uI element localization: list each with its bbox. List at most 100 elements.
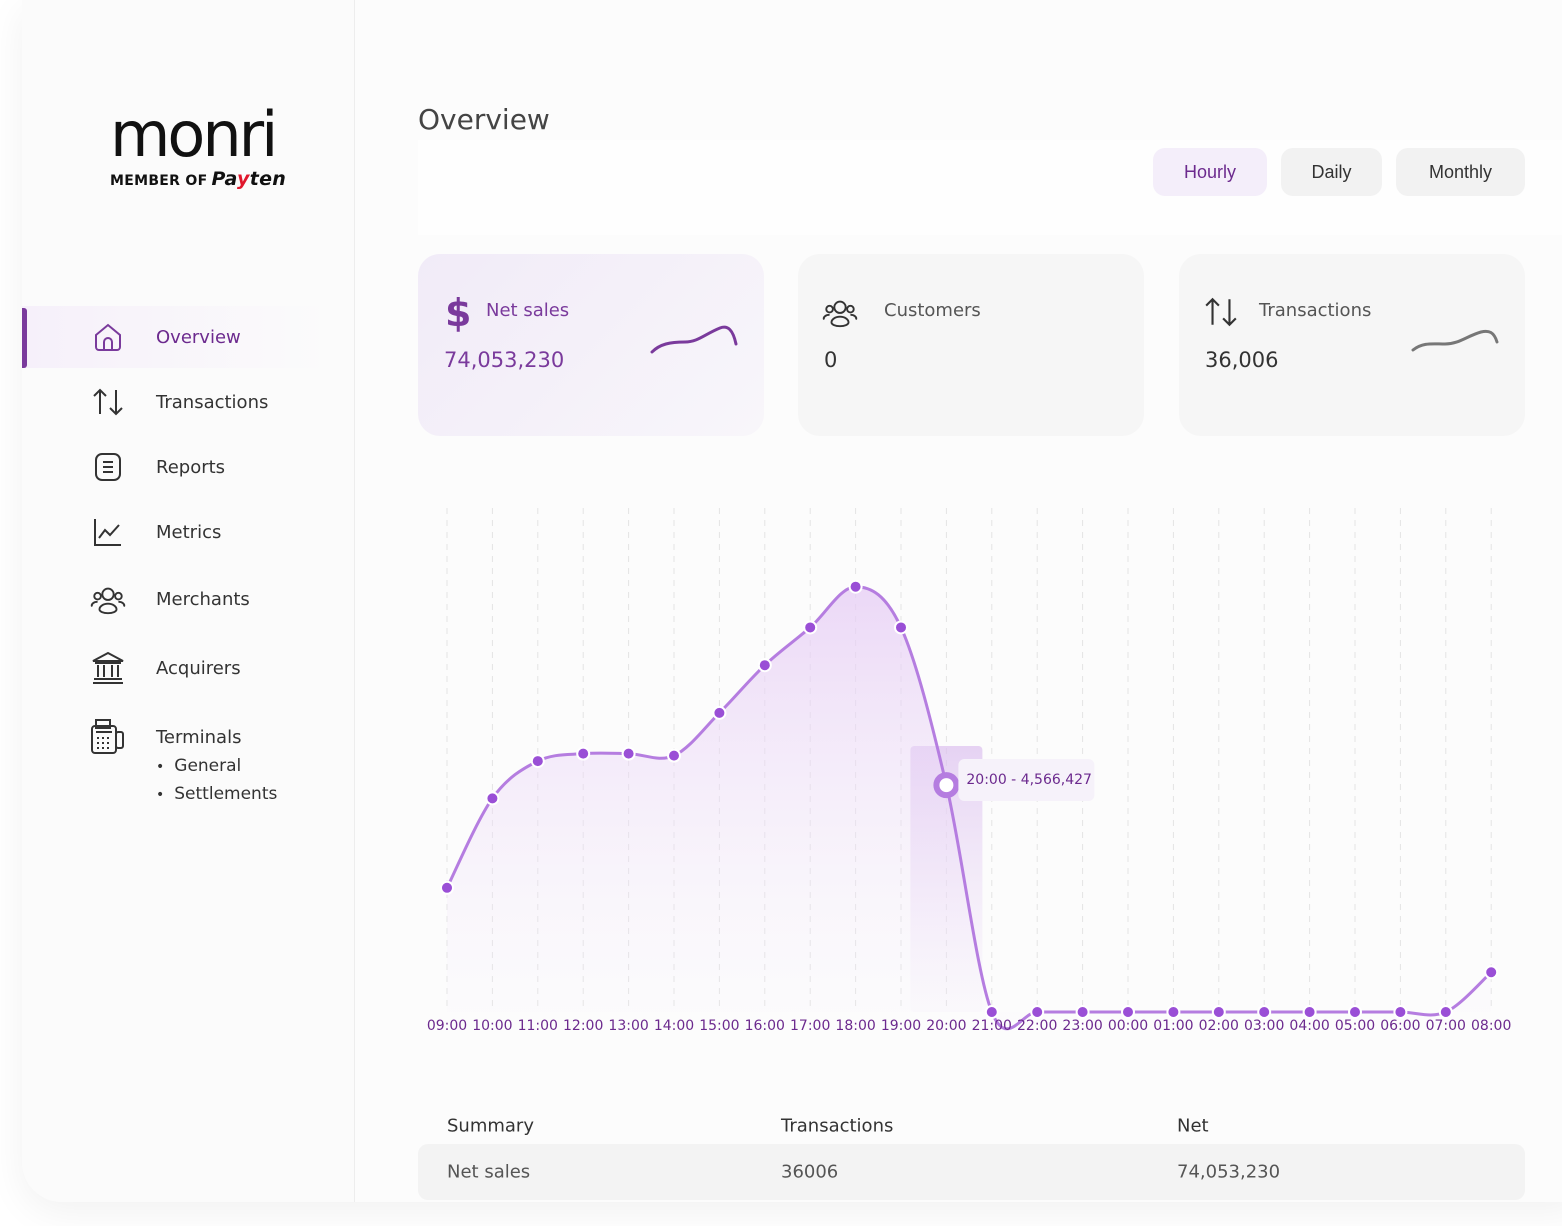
- x-tick-label: 10:00: [472, 1018, 512, 1034]
- document-icon: [90, 449, 126, 485]
- logo-wordmark: monri: [110, 98, 278, 171]
- payten-ten: ten: [249, 168, 287, 190]
- x-tick-label: 02:00: [1199, 1018, 1239, 1034]
- data-point: [894, 620, 908, 635]
- x-tick-label: 21:00: [972, 1018, 1012, 1034]
- range-daily-button[interactable]: Daily: [1281, 148, 1382, 196]
- transactions-card[interactable]: Transactions 36,006: [1179, 254, 1525, 436]
- data-point-highlight: [933, 772, 960, 799]
- sidebar-item-label: Acquirers: [156, 657, 241, 679]
- x-tick-label: 19:00: [881, 1018, 921, 1034]
- range-monthly-button[interactable]: Monthly: [1396, 148, 1525, 196]
- card-value: 74,053,230: [444, 348, 565, 372]
- pos-terminal-icon: [90, 719, 126, 755]
- sidebar-item-metrics[interactable]: Metrics: [22, 501, 328, 563]
- data-point: [530, 754, 545, 769]
- x-tick-label: 00:00: [1108, 1018, 1148, 1034]
- x-tick-label: 07:00: [1426, 1018, 1466, 1034]
- transactions-sparkline: [1411, 329, 1499, 352]
- data-point: [667, 748, 681, 763]
- line-chart-icon: [90, 514, 126, 550]
- logo-tagline: MEMBER OF Payten: [110, 168, 286, 190]
- x-tick-label: 11:00: [518, 1018, 558, 1034]
- summary-table: Summary Transactions Net Net sales 36006…: [418, 1108, 1525, 1200]
- data-point: [757, 658, 772, 673]
- x-tick-label: 04:00: [1289, 1018, 1329, 1034]
- range-hourly-button[interactable]: Hourly: [1153, 148, 1267, 196]
- logo-member-of: MEMBER OF: [110, 173, 208, 189]
- x-tick-label: 03:00: [1244, 1018, 1284, 1034]
- payten-pa: Pa: [211, 168, 238, 190]
- sidebar-item-merchants[interactable]: Merchants: [22, 568, 328, 630]
- terminals-submenu: General Settlements: [156, 752, 277, 808]
- data-point: [1393, 1005, 1408, 1019]
- x-tick-label: 17:00: [790, 1018, 830, 1034]
- page-title: Overview: [418, 103, 550, 136]
- x-tick-label: 06:00: [1380, 1018, 1420, 1034]
- range-toolbar: [418, 140, 1562, 235]
- summary-cell-label: Net sales: [447, 1161, 531, 1183]
- x-tick-label: 09:00: [427, 1018, 467, 1034]
- hourly-net-sales-chart[interactable]: 20:00 - 4,566,427 09:00 10:00 11:00 12:00 13:…: [418, 490, 1558, 1050]
- summary-header-net: Net: [1177, 1115, 1209, 1137]
- x-tick-label: 20:00: [926, 1018, 966, 1034]
- sidebar-subitem-general[interactable]: General: [156, 752, 277, 780]
- sidebar-item-label: Overview: [156, 326, 241, 348]
- data-point: [440, 880, 454, 895]
- card-label: Customers: [884, 300, 981, 321]
- data-point: [485, 791, 500, 806]
- data-point: [712, 705, 727, 720]
- sidebar-item-label: Reports: [156, 456, 226, 478]
- sidebar-item-label: Terminals: [156, 726, 242, 748]
- sidebar-item-transactions[interactable]: Transactions: [22, 371, 328, 433]
- x-tick-label: 13:00: [608, 1018, 648, 1034]
- x-tick-label: 18:00: [835, 1018, 875, 1034]
- arrows-up-down-icon: [1205, 297, 1237, 327]
- arrows-up-down-icon: [90, 384, 126, 420]
- x-tick-label: 16:00: [745, 1018, 785, 1034]
- sidebar: monri MEMBER OF Payten Overview Transacti…: [22, 0, 355, 1202]
- x-tick-label: 23:00: [1062, 1018, 1102, 1034]
- summary-cell-transactions: 36006: [781, 1161, 839, 1183]
- data-point: [1121, 1005, 1135, 1019]
- table-row[interactable]: Net sales 36006 74,053,230: [418, 1144, 1525, 1200]
- data-point: [1348, 1005, 1362, 1019]
- summary-header-transactions: Transactions: [781, 1115, 894, 1137]
- bank-icon: [90, 650, 126, 686]
- card-label: Transactions: [1259, 300, 1372, 321]
- x-tick-label: 08:00: [1471, 1018, 1511, 1034]
- customers-card[interactable]: Customers 0: [798, 254, 1144, 436]
- x-tick-label: 22:00: [1017, 1018, 1057, 1034]
- users-icon: [90, 581, 126, 617]
- home-icon: [90, 319, 126, 355]
- payten-logo: Payten: [211, 168, 286, 190]
- data-point: [1257, 1005, 1272, 1019]
- sidebar-subitem-settlements[interactable]: Settlements: [156, 780, 277, 808]
- x-tick-label: 15:00: [699, 1018, 739, 1034]
- data-point: [1484, 965, 1499, 980]
- data-point: [984, 1005, 999, 1019]
- data-point: [1438, 1005, 1453, 1019]
- sidebar-item-label: Merchants: [156, 588, 250, 610]
- net-sales-sparkline: [650, 325, 738, 354]
- sidebar-item-label: Metrics: [156, 521, 222, 543]
- sidebar-item-reports[interactable]: Reports: [22, 436, 328, 498]
- svg-text:$: $: [445, 292, 471, 332]
- card-value: 0: [824, 348, 838, 372]
- data-point: [576, 746, 591, 761]
- net-sales-card[interactable]: $ Net sales 74,053,230: [418, 254, 764, 436]
- card-value: 36,006: [1205, 348, 1279, 372]
- data-point: [848, 579, 863, 594]
- sidebar-item-acquirers[interactable]: Acquirers: [22, 637, 328, 699]
- x-tick-label: 01:00: [1153, 1018, 1193, 1034]
- summary-header-summary: Summary: [447, 1115, 534, 1137]
- data-point: [1166, 1005, 1181, 1019]
- sidebar-item-overview[interactable]: Overview: [22, 306, 328, 368]
- dollar-icon: $: [445, 292, 471, 332]
- sidebar-item-label: Transactions: [156, 391, 269, 413]
- summary-cell-net: 74,053,230: [1177, 1161, 1281, 1183]
- summary-header: Summary Transactions Net: [418, 1108, 1525, 1144]
- app-window: monri MEMBER OF Payten Overview Transacti…: [22, 0, 1562, 1202]
- data-point: [1211, 1005, 1226, 1019]
- card-label: Net sales: [486, 300, 570, 321]
